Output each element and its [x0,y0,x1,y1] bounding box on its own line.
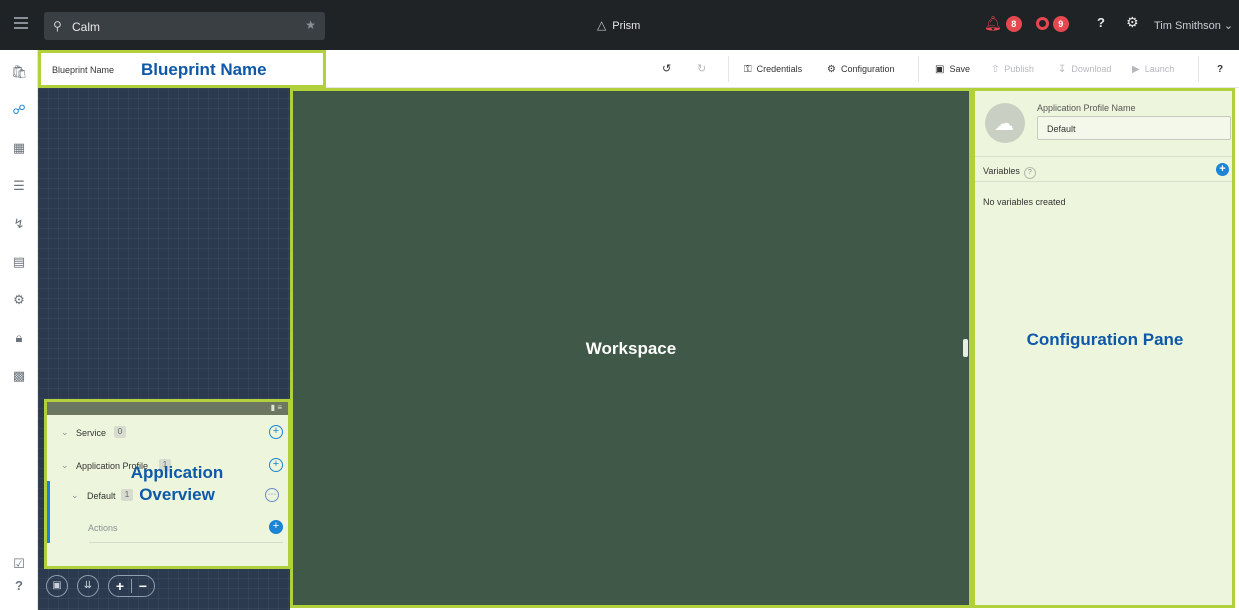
configuration-button[interactable]: ⚙ Configuration [827,64,895,75]
key-icon: ⚿ [744,64,752,75]
alerts-count-badge[interactable]: 8 [1005,15,1022,32]
variables-label: Variables [983,166,1020,176]
download-label: Download [1071,64,1112,74]
toolbar-divider [1198,56,1199,82]
policies-icon[interactable]: 🔒︎ [11,330,27,346]
divider [975,181,1232,182]
service-count-badge: 0 [114,426,126,438]
blueprint-name-field[interactable]: Blueprint Name [52,65,114,75]
add-action-button[interactable]: + [269,520,283,534]
hamburger-menu-icon[interactable] [14,17,28,32]
publish-icon: ⇧ [991,64,1000,75]
projects-icon[interactable]: ▩ [11,368,27,384]
profile-name-input[interactable]: Default [1037,116,1231,140]
blueprints-icon[interactable]: ☍ [11,102,27,118]
variables-section-label: Variables? [983,166,1036,179]
app-title-text: Prism [612,20,641,32]
actions-row[interactable]: Actions + [47,516,288,542]
toolbar-help-button[interactable]: ? [1217,64,1223,75]
tasks-icon[interactable]: ☑ [11,556,27,572]
library-icon[interactable]: ☰ [11,178,27,194]
toolbar-divider [728,56,729,82]
gear-icon: ⚙ [827,64,836,75]
actions-label: Actions [88,523,118,533]
more-options-icon[interactable]: ⋯ [265,488,279,502]
user-menu[interactable]: Tim Smithson ⌄ [1154,19,1233,32]
launch-label: Launch [1144,64,1175,74]
toolbar-divider [918,56,919,82]
workspace-annotation: Workspace [585,339,677,358]
publish-label: Publish [1004,64,1034,74]
zoom-in-button[interactable]: + [109,576,131,596]
publish-button[interactable]: ⇧ Publish [991,64,1034,75]
runbooks-icon[interactable]: ↯ [11,216,27,232]
search-value: Calm [72,20,101,34]
user-name: Tim Smithson [1154,20,1221,32]
chevron-down-icon[interactable]: ⌄ [61,460,69,471]
add-service-button[interactable]: + [269,425,283,439]
blueprint-name-highlight: Blueprint Name Blueprint Name [38,50,326,88]
configuration-pane: ☁ Application Profile Name Default Varia… [972,88,1235,608]
pane-resize-handle[interactable] [963,339,968,357]
chevron-down-icon[interactable]: ⌄ [61,427,69,438]
save-button[interactable]: ▣ Save [935,64,970,75]
zoom-controls: + − [108,575,155,597]
overview-view-toggle-icon[interactable]: ▮ ≡ [271,403,282,412]
marketplace-icon[interactable]: 🛍︎ [11,64,28,80]
save-icon: ▣ [935,64,945,75]
alerts-group: 🔔︎ 8 9 [984,15,1069,32]
launch-button[interactable]: ▶ Launch [1132,64,1174,75]
application-overview-panel: ▮ ≡ ⌄ Service 0 + ⌄ Application Profile … [44,399,291,569]
app-title: △ Prism [597,18,640,32]
applications-icon[interactable]: ▦ [11,140,27,156]
cloud-icon: ☁ [985,103,1025,143]
alert-bell-icon[interactable]: 🔔︎ [984,15,1002,32]
download-button[interactable]: ↧ Download [1058,64,1111,75]
add-application-profile-button[interactable]: + [269,458,283,472]
no-variables-message: No variables created [983,197,1066,207]
endpoints-icon[interactable]: ▤ [11,254,27,270]
prism-icon: △ [597,18,607,32]
search-icon: ⚲ [53,19,62,33]
zoom-out-button[interactable]: − [132,576,154,596]
events-ring-icon[interactable] [1035,17,1049,30]
nav-rail: 🛍︎ ☍ ▦ ☰ ↯ ▤ ⚙ 🔒︎ ▩ ☑ ? [0,50,38,610]
chevron-down-icon[interactable]: ⌄ [71,490,79,501]
configuration-pane-annotation: Configuration Pane [1026,330,1184,349]
launch-icon: ▶ [1132,64,1140,75]
settings-icon[interactable]: ⚙ [11,292,27,308]
application-overview-annotation: Application Overview [130,463,224,504]
credentials-button[interactable]: ⚿ Credentials [744,64,802,75]
undo-icon[interactable]: ↺ [662,62,671,75]
canvas-controls: ▣ ⇊ + − [46,574,155,598]
profile-name-label: Application Profile Name [1037,103,1136,113]
search-input[interactable]: ⚲ Calm ★ [44,12,325,40]
fit-to-screen-button[interactable]: ▣ [46,575,68,597]
help-icon[interactable]: ? [1097,15,1105,30]
credentials-label: Credentials [756,64,803,74]
variables-help-icon[interactable]: ? [1023,167,1036,179]
blueprint-name-annotation: Blueprint Name [141,60,267,79]
settings-gear-icon[interactable]: ⚙ [1126,14,1139,31]
top-bar: ⚲ Calm ★ △ Prism 🔔︎ 8 9 ? ⚙ Tim Smithson … [0,0,1239,50]
save-label: Save [949,64,970,74]
star-icon[interactable]: ★ [305,18,316,32]
configuration-label: Configuration [840,64,895,74]
download-icon: ↧ [1058,64,1067,75]
divider [89,542,283,543]
service-label: Service [76,428,107,438]
arrange-layout-button[interactable]: ⇊ [77,575,99,597]
divider [975,156,1232,157]
help-rail-icon[interactable]: ? [11,578,27,594]
workspace-canvas[interactable]: Workspace [290,88,972,608]
redo-icon[interactable]: ↻ [697,62,706,75]
add-variable-button[interactable]: + [1216,163,1229,176]
service-row[interactable]: ⌄ Service 0 + [47,421,288,447]
blueprint-toolbar: Blueprint Name Blueprint Name ↺ ↻ ⚿ Crede… [38,50,1239,88]
events-count-badge[interactable]: 9 [1052,15,1069,32]
overview-header: ▮ ≡ [47,402,288,415]
